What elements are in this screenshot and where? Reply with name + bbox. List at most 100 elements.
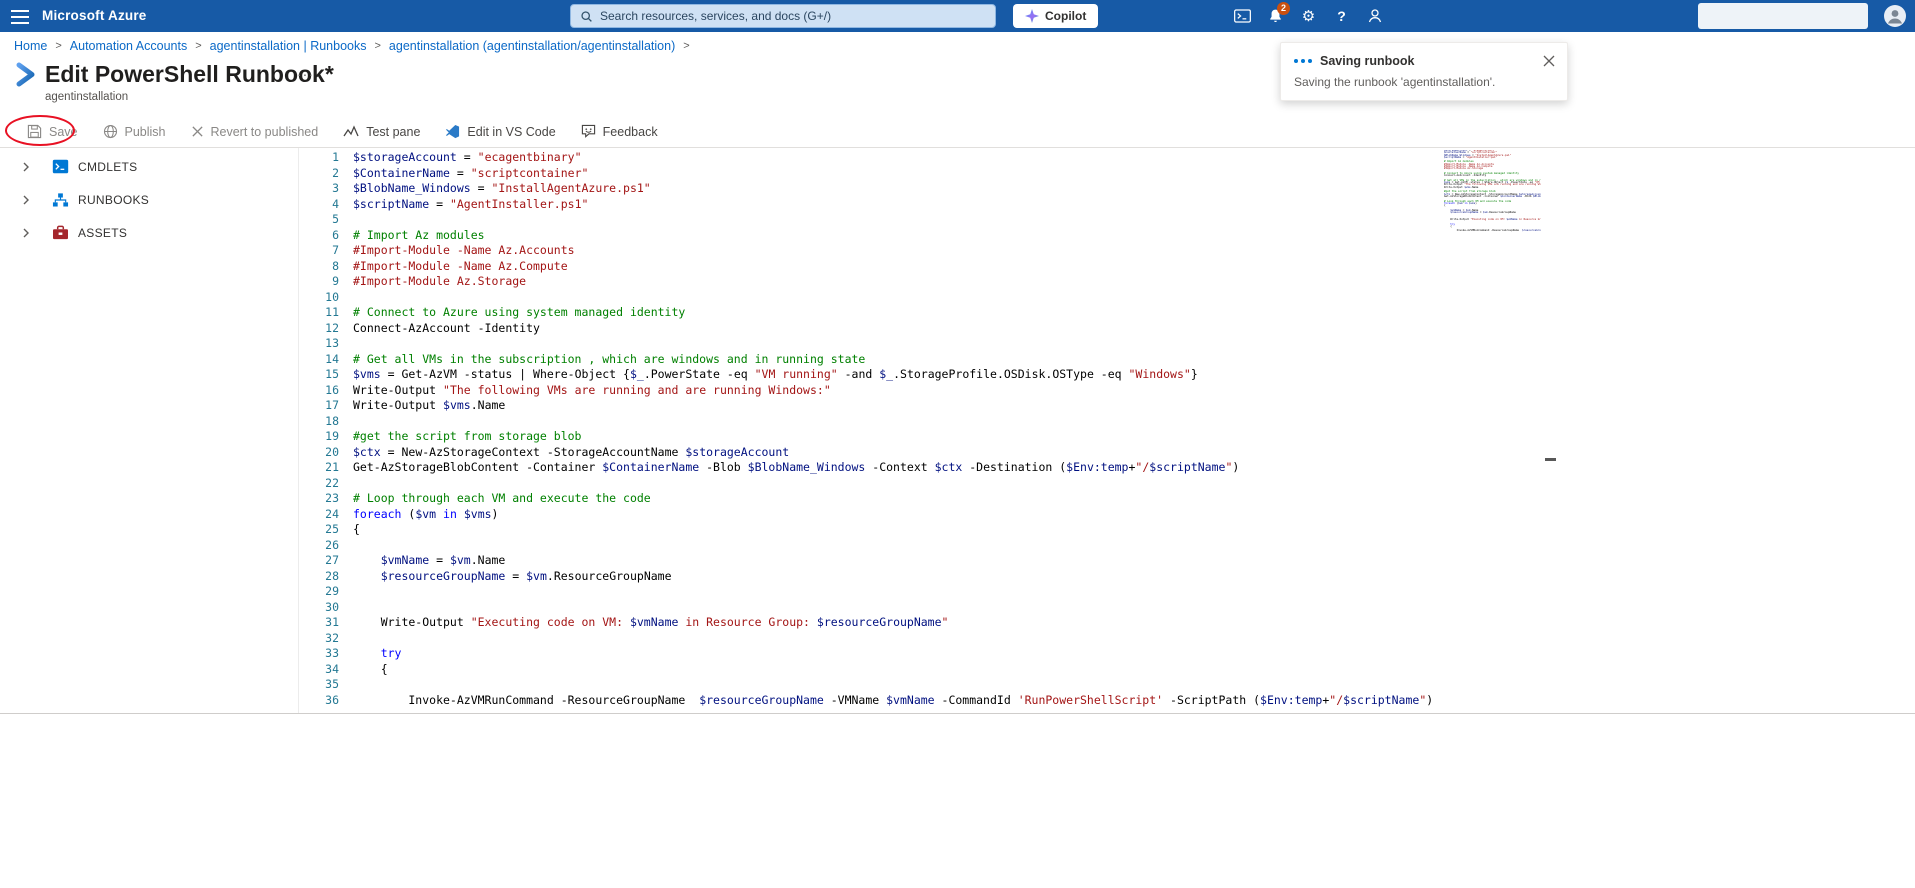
line-number[interactable]: 27 bbox=[299, 553, 339, 569]
page-more-button[interactable]: ··· bbox=[297, 66, 314, 82]
line-number[interactable]: 14 bbox=[299, 352, 339, 368]
notifications-button[interactable]: 2 bbox=[1259, 0, 1292, 32]
line-number[interactable]: 29 bbox=[299, 584, 339, 600]
feedback-top-button[interactable] bbox=[1358, 0, 1391, 32]
line-number[interactable]: 28 bbox=[299, 569, 339, 585]
line-number[interactable]: 10 bbox=[299, 290, 339, 306]
line-number[interactable]: 34 bbox=[299, 662, 339, 678]
sidebar-item-runbooks[interactable]: RUNBOOKS bbox=[0, 183, 297, 216]
feedback-button[interactable]: Feedback bbox=[581, 124, 658, 139]
line-number[interactable]: 36 bbox=[299, 693, 339, 709]
code-line[interactable]: Get-AzStorageBlobContent -Container $Con… bbox=[353, 460, 1795, 476]
breadcrumb-runbooks[interactable]: agentinstallation | Runbooks bbox=[210, 39, 367, 53]
code-line[interactable]: $vmName = $vm.Name bbox=[353, 553, 1795, 569]
line-number[interactable]: 8 bbox=[299, 259, 339, 275]
code-line[interactable] bbox=[353, 631, 1795, 647]
line-number[interactable]: 23 bbox=[299, 491, 339, 507]
sidebar-item-cmdlets[interactable]: CMDLETS bbox=[0, 150, 297, 183]
line-number[interactable]: 20 bbox=[299, 445, 339, 461]
sidebar-item-assets[interactable]: ASSETS bbox=[0, 216, 297, 249]
code-line[interactable]: # Get all VMs in the subscription , whic… bbox=[353, 352, 1795, 368]
code-line[interactable]: { bbox=[353, 522, 1795, 538]
code-line[interactable]: try bbox=[353, 646, 1795, 662]
line-number[interactable]: 35 bbox=[299, 677, 339, 693]
line-number[interactable]: 25 bbox=[299, 522, 339, 538]
code-line[interactable]: # Import Az modules bbox=[353, 228, 1795, 244]
code-line[interactable]: $ctx = New-AzStorageContext -StorageAcco… bbox=[353, 445, 1795, 461]
code-line[interactable] bbox=[353, 677, 1795, 693]
code-line[interactable]: Write-Output $vms.Name bbox=[353, 398, 1795, 414]
line-number[interactable]: 24 bbox=[299, 507, 339, 523]
code-line[interactable] bbox=[353, 336, 1795, 352]
global-search[interactable] bbox=[570, 4, 996, 28]
line-number[interactable]: 2 bbox=[299, 166, 339, 182]
line-number[interactable]: 11 bbox=[299, 305, 339, 321]
code-line[interactable] bbox=[353, 538, 1795, 554]
code-line[interactable]: # Connect to Azure using system managed … bbox=[353, 305, 1795, 321]
code-line[interactable]: foreach ($vm in $vms) bbox=[353, 507, 1795, 523]
line-number[interactable]: 12 bbox=[299, 321, 339, 337]
code-line[interactable]: { bbox=[353, 662, 1795, 678]
line-number[interactable]: 32 bbox=[299, 631, 339, 647]
line-number[interactable]: 17 bbox=[299, 398, 339, 414]
code-line[interactable]: Write-Output "The following VMs are runn… bbox=[353, 383, 1795, 399]
line-number[interactable]: 26 bbox=[299, 538, 339, 554]
code-line[interactable]: Connect-AzAccount -Identity bbox=[353, 321, 1795, 337]
copilot-button[interactable]: Copilot bbox=[1013, 4, 1099, 28]
breadcrumb-runbook[interactable]: agentinstallation (agentinstallation/age… bbox=[389, 39, 675, 53]
code-line[interactable]: # Loop through each VM and execute the c… bbox=[353, 491, 1795, 507]
code-editor[interactable]: 1 2 3 4 5 6 7 8 9 10 11 12 13 14 15 16 17 18 19 20 21 22 23 24 2… bbox=[298, 148, 1915, 713]
line-number[interactable]: 15 bbox=[299, 367, 339, 383]
code-line[interactable] bbox=[353, 584, 1795, 600]
code-line[interactable] bbox=[353, 600, 1795, 616]
code-line[interactable]: $resourceGroupName = $vm.ResourceGroupNa… bbox=[353, 569, 1795, 585]
line-number[interactable]: 13 bbox=[299, 336, 339, 352]
code-line[interactable]: Invoke-AzVMRunCommand -ResourceGroupName… bbox=[353, 693, 1795, 709]
code-line[interactable]: $vms = Get-AzVM -status | Where-Object {… bbox=[353, 367, 1795, 383]
code-line[interactable]: $storageAccount = "ecagentbinary" bbox=[353, 150, 1795, 166]
cloud-shell-button[interactable] bbox=[1226, 0, 1259, 32]
line-number[interactable]: 33 bbox=[299, 646, 339, 662]
line-number[interactable]: 16 bbox=[299, 383, 339, 399]
code-line[interactable] bbox=[353, 290, 1795, 306]
line-number[interactable]: 30 bbox=[299, 600, 339, 616]
breadcrumb-home[interactable]: Home bbox=[14, 39, 47, 53]
test-pane-button[interactable]: Test pane bbox=[343, 125, 420, 139]
line-number[interactable]: 4 bbox=[299, 197, 339, 213]
toast-close-button[interactable] bbox=[1541, 53, 1557, 72]
code-line[interactable] bbox=[353, 476, 1795, 492]
editor-minimap[interactable]: $storageAccount = "ecagentbinary" $Contai… bbox=[1444, 150, 1541, 310]
avatar[interactable] bbox=[1883, 4, 1907, 28]
search-input[interactable] bbox=[600, 9, 986, 23]
settings-button[interactable]: ⚙ bbox=[1292, 0, 1325, 32]
code-line[interactable]: $ContainerName = "scriptcontainer" bbox=[353, 166, 1795, 182]
line-number[interactable]: 6 bbox=[299, 228, 339, 244]
editor-code[interactable]: $storageAccount = "ecagentbinary" $Contai… bbox=[353, 150, 1795, 708]
line-number[interactable]: 1 bbox=[299, 150, 339, 166]
revert-button[interactable]: Revert to published bbox=[191, 125, 318, 139]
code-line[interactable]: #Import-Module -Name Az.Accounts bbox=[353, 243, 1795, 259]
code-line[interactable]: #Import-Module Az.Storage bbox=[353, 274, 1795, 290]
line-number[interactable]: 3 bbox=[299, 181, 339, 197]
line-number[interactable]: 19 bbox=[299, 429, 339, 445]
save-button[interactable]: Save bbox=[27, 124, 78, 139]
code-line[interactable]: #Import-Module -Name Az.Compute bbox=[353, 259, 1795, 275]
code-line[interactable] bbox=[353, 212, 1795, 228]
help-button[interactable]: ? bbox=[1325, 0, 1358, 32]
code-line[interactable]: #get the script from storage blob bbox=[353, 429, 1795, 445]
publish-button[interactable]: Publish bbox=[103, 124, 166, 139]
line-number[interactable]: 18 bbox=[299, 414, 339, 430]
code-line[interactable]: $scriptName = "AgentInstaller.ps1" bbox=[353, 197, 1795, 213]
line-number[interactable]: 22 bbox=[299, 476, 339, 492]
line-number[interactable]: 21 bbox=[299, 460, 339, 476]
hamburger-menu-icon[interactable] bbox=[9, 9, 31, 25]
line-number[interactable]: 7 bbox=[299, 243, 339, 259]
code-line[interactable]: $BlobName_Windows = "InstallAgentAzure.p… bbox=[353, 181, 1795, 197]
line-number[interactable]: 5 bbox=[299, 212, 339, 228]
code-line[interactable]: Write-Output "Executing code on VM: $vmN… bbox=[353, 615, 1795, 631]
code-line[interactable] bbox=[353, 414, 1795, 430]
line-number[interactable]: 31 bbox=[299, 615, 339, 631]
edit-vs-code-button[interactable]: Edit in VS Code bbox=[445, 124, 556, 139]
breadcrumb-automation-accounts[interactable]: Automation Accounts bbox=[70, 39, 187, 53]
line-number[interactable]: 9 bbox=[299, 274, 339, 290]
